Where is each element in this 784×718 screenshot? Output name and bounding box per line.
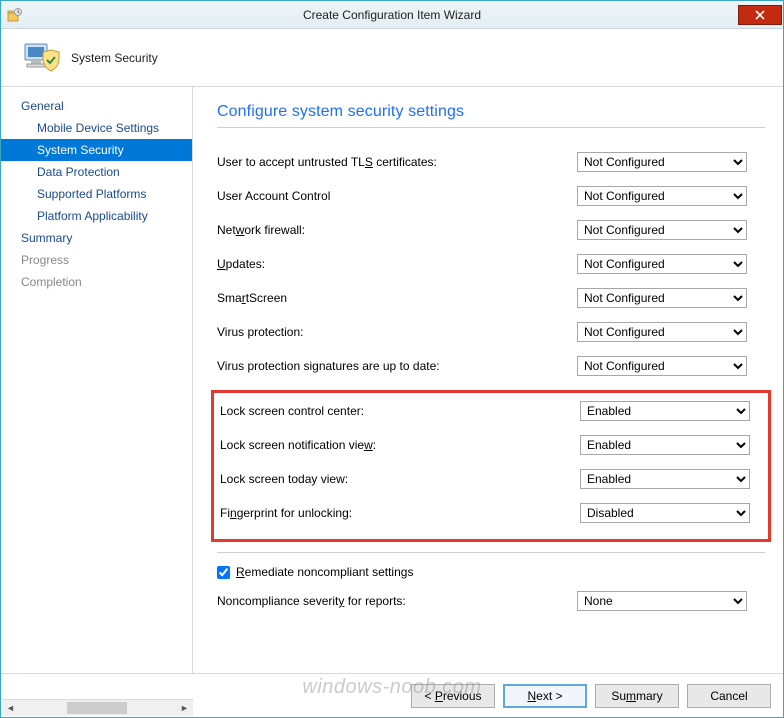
setting-label: Fingerprint for unlocking: (220, 506, 580, 520)
sidebar-item-supported-platforms[interactable]: Supported Platforms (1, 183, 192, 205)
setting-label: Network firewall: (217, 223, 577, 237)
next-button[interactable]: Next > (503, 684, 587, 708)
setting-label: Lock screen today view: (220, 472, 580, 486)
setting-row-top-2: Network firewall:Not Configured (217, 220, 765, 240)
setting-select[interactable]: Not Configured (577, 152, 747, 172)
sidebar: GeneralMobile Device SettingsSystem Secu… (1, 87, 193, 673)
setting-label: Virus protection: (217, 325, 577, 339)
wizard-body: GeneralMobile Device SettingsSystem Secu… (1, 87, 783, 673)
setting-label: Virus protection signatures are up to da… (217, 359, 577, 373)
wizard-window: Create Configuration Item Wizard System … (0, 0, 784, 718)
setting-select[interactable]: Not Configured (577, 288, 747, 308)
setting-row-top-6: Virus protection signatures are up to da… (217, 356, 765, 376)
setting-label: User to accept untrusted TLS certificate… (217, 155, 577, 169)
content-pane: Configure system security settings User … (193, 87, 783, 673)
highlight-box: Lock screen control center:EnabledLock s… (211, 390, 771, 542)
setting-select[interactable]: Disabled (580, 503, 750, 523)
setting-row-top-1: User Account ControlNot Configured (217, 186, 765, 206)
remediate-row: Remediate noncompliant settings (217, 565, 765, 579)
noncompliance-label: Noncompliance severity for reports: (217, 594, 577, 608)
header-label: System Security (71, 51, 158, 65)
header-banner: System Security (1, 29, 783, 87)
scroll-left-arrow[interactable]: ◄ (2, 700, 19, 716)
setting-label: Updates: (217, 257, 577, 271)
window-title: Create Configuration Item Wizard (1, 8, 783, 22)
setting-row-hl-0: Lock screen control center:Enabled (220, 401, 762, 421)
settings-list: User to accept untrusted TLS certificate… (217, 152, 765, 611)
sidebar-item-platform-applicability[interactable]: Platform Applicability (1, 205, 192, 227)
sidebar-item-progress[interactable]: Progress (1, 249, 192, 271)
setting-label: User Account Control (217, 189, 577, 203)
setting-select[interactable]: Enabled (580, 401, 750, 421)
setting-label: SmartScreen (217, 291, 577, 305)
heading-rule (217, 127, 765, 128)
cancel-button[interactable]: Cancel (687, 684, 771, 708)
setting-row-top-0: User to accept untrusted TLS certificate… (217, 152, 765, 172)
setting-row-hl-1: Lock screen notification view:Enabled (220, 435, 762, 455)
scroll-right-arrow[interactable]: ► (176, 700, 193, 716)
app-icon (7, 7, 23, 23)
sidebar-item-general[interactable]: General (1, 95, 192, 117)
setting-select[interactable]: Enabled (580, 435, 750, 455)
setting-select[interactable]: Not Configured (577, 254, 747, 274)
setting-row-top-3: Updates:Not Configured (217, 254, 765, 274)
setting-row-top-5: Virus protection:Not Configured (217, 322, 765, 342)
sidebar-scrollbar[interactable]: ◄ ► (2, 699, 193, 716)
setting-select[interactable]: Not Configured (577, 322, 747, 342)
security-icon (21, 38, 61, 78)
setting-label: Lock screen notification view: (220, 438, 580, 452)
setting-row-hl-2: Lock screen today view:Enabled (220, 469, 762, 489)
summary-button[interactable]: Summary (595, 684, 679, 708)
setting-row-hl-3: Fingerprint for unlocking:Disabled (220, 503, 762, 523)
scroll-thumb[interactable] (67, 702, 127, 714)
setting-select[interactable]: Not Configured (577, 186, 747, 206)
sidebar-item-mobile-device-settings[interactable]: Mobile Device Settings (1, 117, 192, 139)
content-heading: Configure system security settings (217, 103, 765, 121)
sidebar-item-system-security[interactable]: System Security (1, 139, 192, 161)
remediate-label[interactable]: Remediate noncompliant settings (236, 565, 413, 579)
previous-button[interactable]: < Previous (411, 684, 495, 708)
setting-select[interactable]: Not Configured (577, 220, 747, 240)
sidebar-item-completion[interactable]: Completion (1, 271, 192, 293)
noncompliance-row: Noncompliance severity for reports: None (217, 591, 765, 611)
titlebar: Create Configuration Item Wizard (1, 1, 783, 29)
noncompliance-select[interactable]: None (577, 591, 747, 611)
sidebar-item-summary[interactable]: Summary (1, 227, 192, 249)
setting-row-top-4: SmartScreenNot Configured (217, 288, 765, 308)
scroll-track[interactable] (19, 700, 176, 716)
setting-label: Lock screen control center: (220, 404, 580, 418)
setting-select[interactable]: Enabled (580, 469, 750, 489)
remediate-checkbox[interactable] (217, 566, 230, 579)
close-icon (755, 10, 765, 20)
section-rule (217, 552, 765, 553)
setting-select[interactable]: Not Configured (577, 356, 747, 376)
close-button[interactable] (738, 5, 782, 25)
sidebar-item-data-protection[interactable]: Data Protection (1, 161, 192, 183)
